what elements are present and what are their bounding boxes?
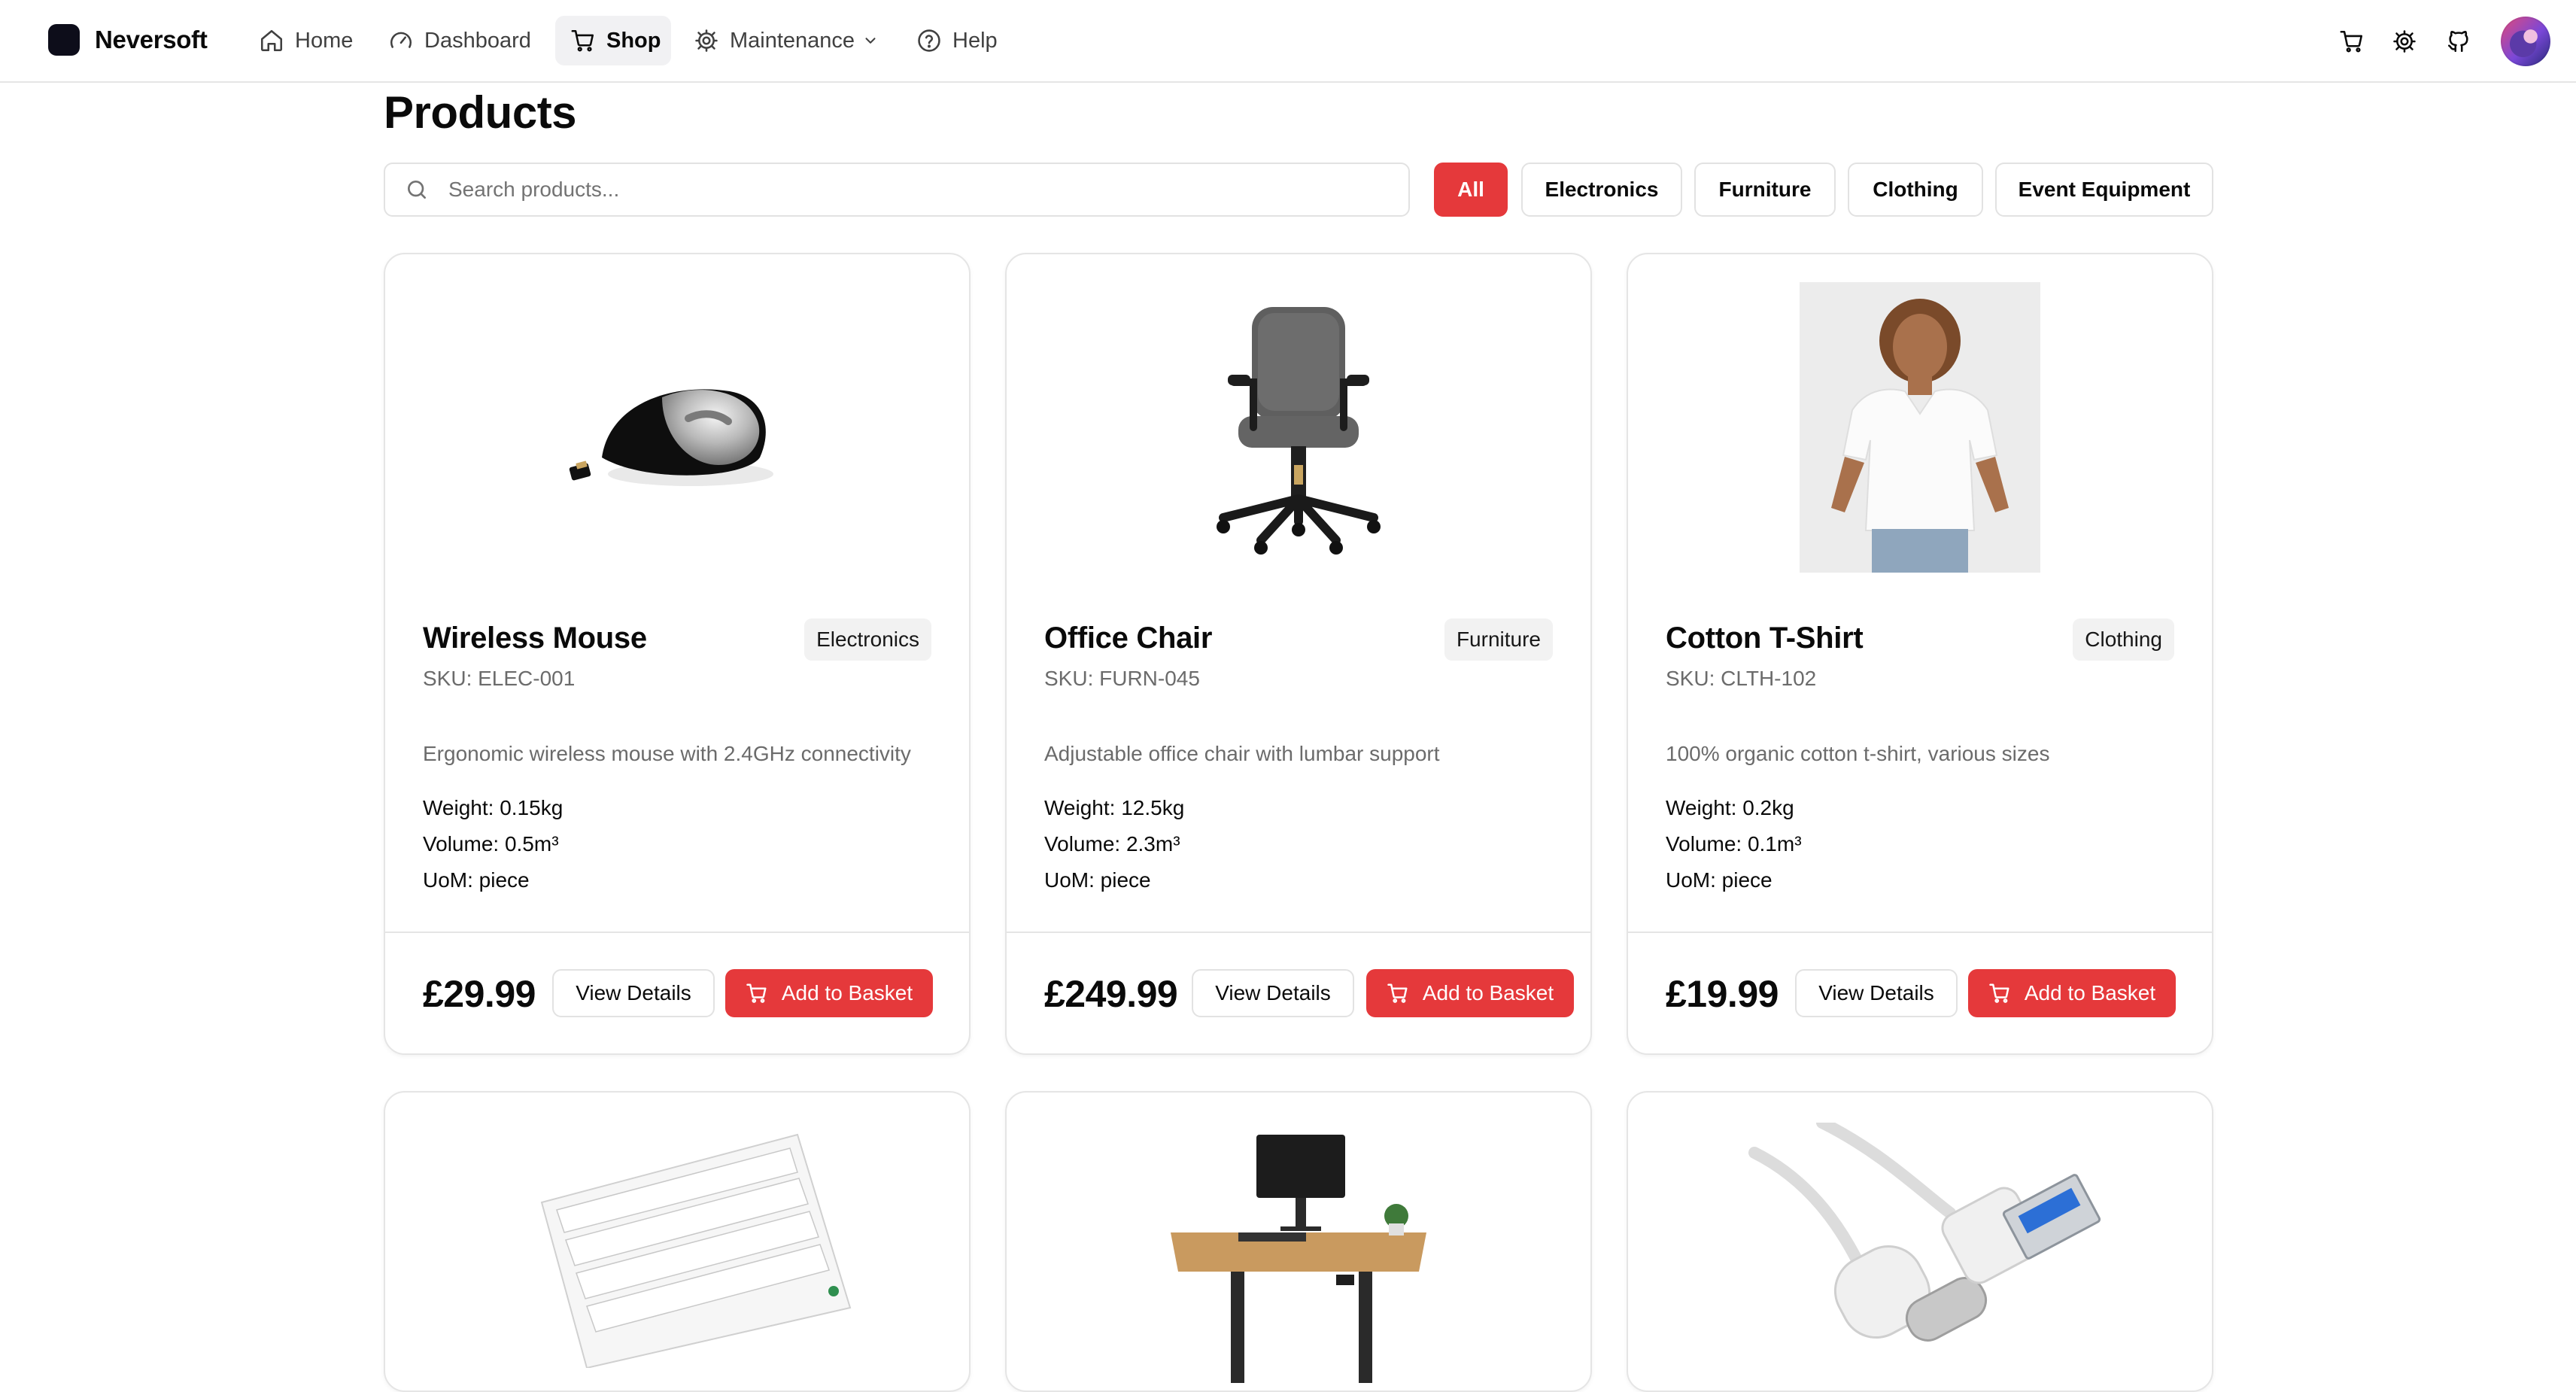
product-uom: UoM: piece: [1666, 868, 1773, 892]
product-name[interactable]: Office Chair: [1044, 622, 1212, 655]
product-volume: Volume: 0.5m³: [423, 832, 559, 856]
keyboard-image: [540, 1133, 852, 1368]
nav-help-label: Help: [952, 28, 998, 53]
product-sku: SKU: CLTH-102: [1666, 667, 1817, 690]
view-details-button[interactable]: View Details: [552, 969, 715, 1017]
shopping-cart-icon: [2340, 30, 2363, 53]
nav-shop[interactable]: Shop: [555, 16, 671, 65]
view-details-button[interactable]: View Details: [1795, 969, 1958, 1017]
add-to-basket-label: Add to Basket: [1422, 981, 1554, 1004]
add-to-basket-button[interactable]: Add to Basket: [1968, 969, 2176, 1017]
home-icon: [260, 29, 283, 52]
product-image[interactable]: [1628, 254, 2212, 600]
office-chair-image: [1217, 307, 1381, 555]
gauge-icon: [390, 32, 412, 48]
product-name[interactable]: Cotton T-Shirt: [1666, 622, 1864, 655]
product-card: [384, 1091, 971, 1392]
product-image[interactable]: [1007, 254, 1590, 600]
add-to-basket-button[interactable]: Add to Basket: [725, 969, 933, 1017]
product-price: £29.99: [423, 973, 536, 1015]
product-image[interactable]: [1007, 1135, 1590, 1390]
filter-clothing[interactable]: Clothing: [1848, 163, 1983, 217]
chevron-down-icon: [865, 38, 876, 44]
product-weight: Weight: 0.15kg: [423, 796, 564, 819]
basket-button[interactable]: [2335, 25, 2368, 58]
shopping-cart-icon: [1387, 983, 1408, 1003]
product-description: Adjustable office chair with lumbar supp…: [1044, 742, 1440, 765]
mouse-image: [569, 389, 773, 486]
card-divider: [1007, 932, 1590, 933]
product-description: Ergonomic wireless mouse with 2.4GHz con…: [423, 742, 911, 765]
nav-dashboard-label: Dashboard: [424, 28, 531, 53]
gear-icon: [2393, 30, 2416, 53]
search-input[interactable]: [447, 177, 1408, 202]
nav-dashboard[interactable]: Dashboard: [373, 16, 546, 65]
product-image[interactable]: [385, 254, 969, 600]
filter-furniture[interactable]: Furniture: [1694, 163, 1836, 217]
filter-event-equipment[interactable]: Event Equipment: [1995, 163, 2213, 217]
nav-home-label: Home: [295, 28, 354, 53]
shopping-cart-icon: [1989, 983, 2009, 1003]
product-description: 100% organic cotton t-shirt, various siz…: [1666, 742, 2050, 765]
nav-shop-label: Shop: [606, 28, 661, 53]
filter-all[interactable]: All: [1434, 163, 1508, 217]
top-navigation-bar: Neversoft Home Dashboard Shop Maintenanc…: [0, 0, 2576, 83]
add-to-basket-button[interactable]: Add to Basket: [1366, 969, 1574, 1017]
product-sku: SKU: ELEC-001: [423, 667, 576, 690]
category-badge: Furniture: [1444, 618, 1553, 661]
product-sku: SKU: FURN-045: [1044, 667, 1200, 690]
settings-button[interactable]: [2388, 25, 2421, 58]
t-shirt-image: [1800, 282, 2040, 573]
category-badge: Clothing: [2073, 618, 2174, 661]
shopping-cart-icon: [746, 983, 767, 1003]
filter-electronics[interactable]: Electronics: [1521, 163, 1682, 217]
nav-home[interactable]: Home: [244, 16, 368, 65]
product-uom: UoM: piece: [423, 868, 530, 892]
github-button[interactable]: [2442, 25, 2475, 58]
nav-maintenance-label: Maintenance: [730, 28, 855, 53]
nav-maintenance-dropdown[interactable]: Maintenance: [679, 16, 894, 65]
product-price: £249.99: [1044, 973, 1178, 1015]
add-to-basket-label: Add to Basket: [2024, 981, 2156, 1004]
card-divider: [385, 932, 969, 933]
github-icon: [2447, 31, 2468, 53]
brand-logo-icon: [48, 24, 80, 56]
search-icon: [408, 181, 426, 199]
brand-name: Neversoft: [95, 26, 208, 53]
view-details-button[interactable]: View Details: [1192, 969, 1354, 1017]
add-to-basket-label: Add to Basket: [781, 981, 913, 1004]
product-card-wireless-mouse: Wireless Mouse Electronics SKU: ELEC-001…: [384, 253, 971, 1055]
standing-desk-image: [1171, 1135, 1426, 1383]
product-volume: Volume: 0.1m³: [1666, 832, 1802, 856]
product-card: [1627, 1091, 2213, 1392]
card-divider: [1628, 932, 2212, 933]
product-card: [1005, 1091, 1592, 1392]
product-image[interactable]: [385, 1120, 969, 1390]
product-name[interactable]: Wireless Mouse: [423, 622, 647, 655]
user-avatar[interactable]: [2501, 17, 2550, 66]
product-uom: UoM: piece: [1044, 868, 1151, 892]
page-title: Products: [384, 87, 577, 138]
brand[interactable]: Neversoft: [48, 23, 208, 56]
product-price: £19.99: [1666, 973, 1779, 1015]
product-weight: Weight: 0.2kg: [1666, 796, 1794, 819]
product-volume: Volume: 2.3m³: [1044, 832, 1180, 856]
search-bar[interactable]: [384, 163, 1410, 217]
nav-help[interactable]: Help: [901, 16, 1013, 65]
gear-icon: [695, 29, 718, 52]
category-badge: Electronics: [804, 618, 931, 661]
usb-cable-image: [1748, 1123, 2101, 1342]
help-circle-icon: [918, 29, 940, 52]
product-weight: Weight: 12.5kg: [1044, 796, 1185, 819]
product-card-office-chair: Office Chair Furniture SKU: FURN-045 Adj…: [1005, 253, 1592, 1055]
product-image[interactable]: [1628, 1123, 2212, 1390]
shopping-cart-icon: [571, 29, 594, 52]
product-card-cotton-t-shirt: Cotton T-Shirt Clothing SKU: CLTH-102 10…: [1627, 253, 2213, 1055]
